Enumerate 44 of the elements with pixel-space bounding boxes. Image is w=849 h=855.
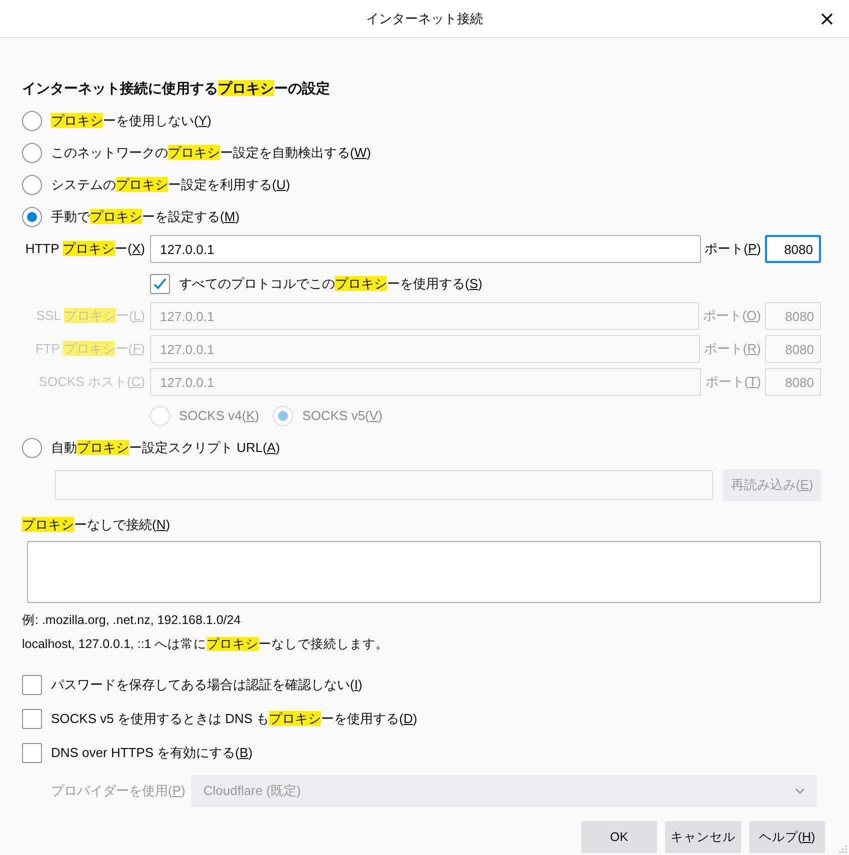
url-field[interactable] xyxy=(55,470,713,500)
option-label: プロキシーを使用しない(Y) xyxy=(51,112,212,130)
close-icon[interactable] xyxy=(821,13,833,25)
section-heading: インターネット接続に使用するプロキシーの設定 xyxy=(22,79,330,98)
checkbox[interactable] xyxy=(22,743,42,763)
port-label: ポート(P) xyxy=(704,240,762,258)
provider-label: プロバイダーを使用(P) xyxy=(51,782,186,800)
radio-button[interactable] xyxy=(22,207,42,227)
option-label: すべてのプロトコルでこのプロキシーを使用する(S) xyxy=(179,275,482,294)
field-label: SOCKS ホスト(C) xyxy=(38,373,146,392)
field-label: HTTP プロキシー(X) xyxy=(24,240,146,258)
option-label: 自動プロキシー設定スクリプト URL(A) xyxy=(51,439,280,458)
radio-button[interactable] xyxy=(22,438,42,458)
option-label: システムのプロキシー設定を利用する(U) xyxy=(51,176,290,194)
option-label: SOCKS v4(K) xyxy=(179,407,260,426)
port-label: ポート(R) xyxy=(702,340,762,358)
option-label: パスワードを保存してある場合は認証を確認しない(I) xyxy=(51,676,362,694)
radio-button[interactable] xyxy=(22,143,42,163)
dialog-button[interactable]: ヘルプ(H) xyxy=(749,821,825,853)
checkbox[interactable] xyxy=(150,274,170,294)
option-label: SOCKS v5(V) xyxy=(302,407,382,426)
option-label: DNS over HTTPS を有効にする(B) xyxy=(51,744,253,762)
checkbox[interactable] xyxy=(22,709,42,729)
radio-button[interactable] xyxy=(22,175,42,195)
field-label: SSL プロキシー(L) xyxy=(35,307,146,326)
dialog-button[interactable]: OK xyxy=(581,821,657,853)
option-label: 手動でプロキシーを設定する(M) xyxy=(51,208,240,226)
port-field[interactable]: 8080 xyxy=(765,235,821,263)
option-label: SOCKS v5 を使用するときは DNS も プロキシーを使用する(D) xyxy=(51,710,418,728)
window-title: インターネット接続 xyxy=(366,10,483,28)
host-field[interactable]: 127.0.0.1 xyxy=(150,235,701,263)
option-label: このネットワークのプロキシー設定を自動検出する(W) xyxy=(51,144,371,162)
port-label: ポート(O) xyxy=(702,307,762,326)
radio-button[interactable] xyxy=(22,111,42,131)
no-proxy-field[interactable] xyxy=(27,540,821,602)
chevron-down-icon xyxy=(795,788,805,794)
example-text: 例: .mozilla.org, .net.nz, 192.168.1.0/24 xyxy=(22,612,241,629)
dialog-button[interactable]: キャンセル xyxy=(665,821,741,853)
section-label: プロキシーなしで接続(N) xyxy=(22,516,170,534)
checkbox[interactable] xyxy=(22,675,42,695)
field-label: FTP プロキシー(F) xyxy=(34,340,146,358)
note-text: localhost, 127.0.0.1, ::1 へは常にプロキシーなしで接続します。 xyxy=(22,636,389,654)
port-label: ポート(T) xyxy=(704,373,762,392)
resize-grip-icon[interactable] xyxy=(839,845,847,853)
